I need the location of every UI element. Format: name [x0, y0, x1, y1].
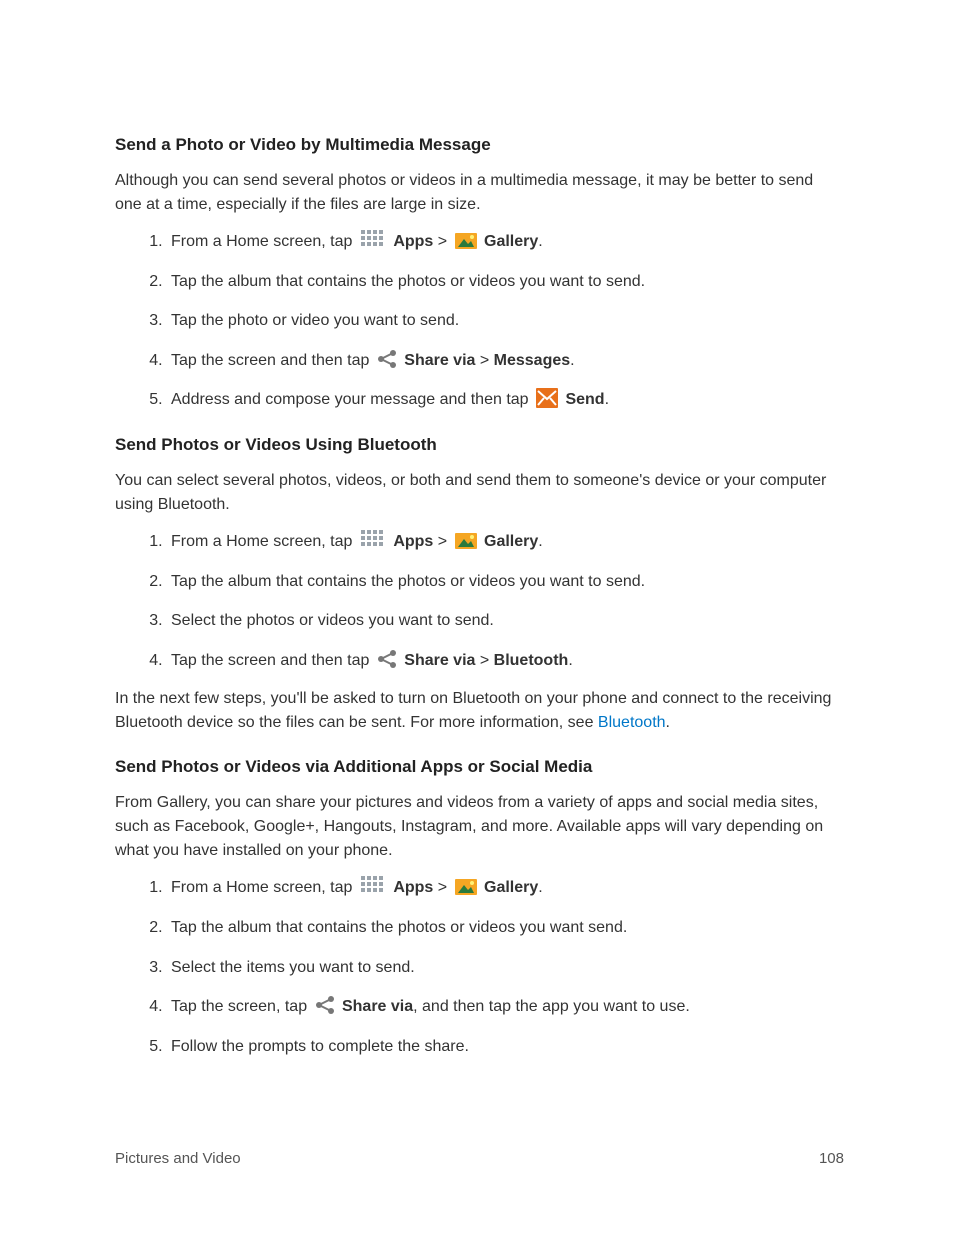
- section1-step5: Address and compose your message and the…: [167, 387, 844, 413]
- section2-title: Send Photos or Videos Using Bluetooth: [115, 435, 844, 455]
- section2-step2: Tap the album that contains the photos o…: [167, 569, 844, 595]
- section2-step1: From a Home screen, tap Apps >: [167, 529, 844, 555]
- section1-steps: From a Home screen, tap Apps >: [115, 229, 844, 413]
- apps-icon: [359, 528, 387, 552]
- share-icon: [376, 649, 398, 669]
- page-footer: Pictures and Video 108: [115, 1150, 844, 1167]
- section3-step4: Tap the screen, tap Share via, and then …: [167, 994, 844, 1020]
- section2-step4: Tap the screen and then tap Share via > …: [167, 648, 844, 674]
- section1-step1: From a Home screen, tap Apps >: [167, 229, 844, 255]
- section1-title: Send a Photo or Video by Multimedia Mess…: [115, 135, 844, 155]
- share-icon: [376, 349, 398, 369]
- section3-step3: Select the items you want to send.: [167, 955, 844, 981]
- section2-steps: From a Home screen, tap Apps >: [115, 529, 844, 673]
- footer-page-number: 108: [819, 1150, 844, 1167]
- section1-step4: Tap the screen and then tap Share via > …: [167, 348, 844, 374]
- section3-title: Send Photos or Videos via Additional App…: [115, 757, 844, 777]
- section1-step2: Tap the album that contains the photos o…: [167, 269, 844, 295]
- share-icon: [314, 995, 336, 1015]
- section3-step5: Follow the prompts to complete the share…: [167, 1034, 844, 1060]
- section2-intro: You can select several photos, videos, o…: [115, 469, 844, 517]
- apps-icon: [359, 874, 387, 898]
- gallery-icon: [454, 875, 478, 897]
- apps-icon: [359, 228, 387, 252]
- gallery-icon: [454, 229, 478, 251]
- section3-steps: From a Home screen, tap Apps >: [115, 875, 844, 1059]
- send-icon: [535, 387, 559, 409]
- section3-step2: Tap the album that contains the photos o…: [167, 915, 844, 941]
- section1-step3: Tap the photo or video you want to send.: [167, 308, 844, 334]
- section3-intro: From Gallery, you can share your picture…: [115, 791, 844, 863]
- gallery-icon: [454, 529, 478, 551]
- footer-left: Pictures and Video: [115, 1150, 241, 1167]
- bluetooth-link[interactable]: Bluetooth: [598, 714, 666, 731]
- section2-outro: In the next few steps, you'll be asked t…: [115, 687, 844, 735]
- section1-intro: Although you can send several photos or …: [115, 169, 844, 217]
- section3-step1: From a Home screen, tap Apps >: [167, 875, 844, 901]
- section2-step3: Select the photos or videos you want to …: [167, 608, 844, 634]
